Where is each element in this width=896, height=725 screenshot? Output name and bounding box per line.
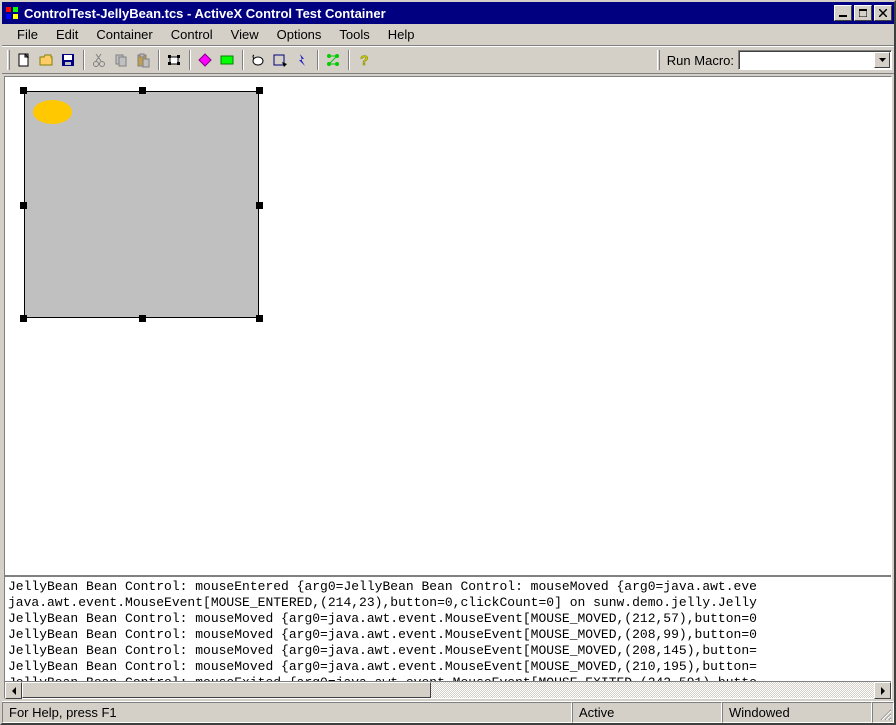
menu-container[interactable]: Container (87, 25, 161, 44)
menu-options[interactable]: Options (268, 25, 331, 44)
close-button[interactable] (874, 5, 892, 21)
menu-control[interactable]: Control (162, 25, 222, 44)
toolbar: ? Run Macro: (2, 46, 894, 74)
toolbar-separator (317, 50, 318, 70)
menu-file[interactable]: File (8, 25, 47, 44)
resize-handle-tm[interactable] (139, 87, 146, 94)
insert-control-button[interactable] (163, 49, 185, 71)
status-bar: For Help, press F1 Active Windowed (2, 701, 894, 723)
menu-tools[interactable]: Tools (330, 25, 378, 44)
copy-button[interactable] (110, 49, 132, 71)
svg-text:?: ? (360, 52, 369, 68)
tab-order-button[interactable] (322, 49, 344, 71)
horizontal-scrollbar[interactable] (5, 681, 891, 698)
status-help-text: For Help, press F1 (2, 702, 572, 723)
resize-handle-br[interactable] (256, 315, 263, 322)
toolbar-separator (348, 50, 349, 70)
jellybean-shape[interactable] (33, 100, 72, 124)
run-button[interactable] (291, 49, 313, 71)
title-bar: ControlTest-JellyBean.tcs - ActiveX Cont… (2, 2, 894, 24)
event-log[interactable]: JellyBean Bean Control: mouseEntered {ar… (5, 577, 891, 681)
menu-help[interactable]: Help (379, 25, 424, 44)
scroll-left-button[interactable] (5, 682, 22, 699)
resize-handle-bl[interactable] (20, 315, 27, 322)
chevron-down-icon[interactable] (874, 52, 890, 68)
workspace: JellyBean Bean Control: mouseEntered {ar… (4, 76, 892, 699)
resize-grip[interactable] (872, 702, 894, 723)
save-button[interactable] (57, 49, 79, 71)
toolbar-grip[interactable] (657, 50, 660, 70)
resize-handle-tr[interactable] (256, 87, 263, 94)
jellybean-control-container[interactable] (20, 87, 263, 322)
resize-handle-ml[interactable] (20, 202, 27, 209)
help-button[interactable]: ? (353, 49, 375, 71)
toolbar-separator (83, 50, 84, 70)
resize-handle-tl[interactable] (20, 87, 27, 94)
maximize-button[interactable] (854, 5, 872, 21)
scroll-track[interactable] (22, 682, 874, 698)
minimize-button[interactable] (834, 5, 852, 21)
open-button[interactable] (35, 49, 57, 71)
status-windowed: Windowed (722, 702, 872, 723)
cut-button[interactable] (88, 49, 110, 71)
runmacro-label: Run Macro: (667, 53, 734, 68)
design-mode-button[interactable] (269, 49, 291, 71)
resize-handle-mr[interactable] (256, 202, 263, 209)
menu-edit[interactable]: Edit (47, 25, 87, 44)
window-title: ControlTest-JellyBean.tcs - ActiveX Cont… (24, 6, 832, 21)
toolbar-separator (189, 50, 190, 70)
toolbar-separator (158, 50, 159, 70)
menu-bar: File Edit Container Control View Options… (2, 24, 894, 46)
resize-handle-bm[interactable] (139, 315, 146, 322)
toolbar-separator (242, 50, 243, 70)
design-canvas[interactable] (5, 77, 891, 577)
scroll-right-button[interactable] (874, 682, 891, 699)
app-icon (4, 5, 20, 21)
status-active: Active (572, 702, 722, 723)
properties-button[interactable] (194, 49, 216, 71)
new-button[interactable] (13, 49, 35, 71)
paste-button[interactable] (132, 49, 154, 71)
menu-view[interactable]: View (222, 25, 268, 44)
jellybean-control[interactable] (24, 91, 259, 318)
toolbar-grip[interactable] (7, 50, 10, 70)
scroll-thumb[interactable] (22, 682, 431, 698)
runmacro-combo[interactable] (738, 50, 892, 70)
methods-button[interactable] (216, 49, 238, 71)
events-button[interactable] (247, 49, 269, 71)
